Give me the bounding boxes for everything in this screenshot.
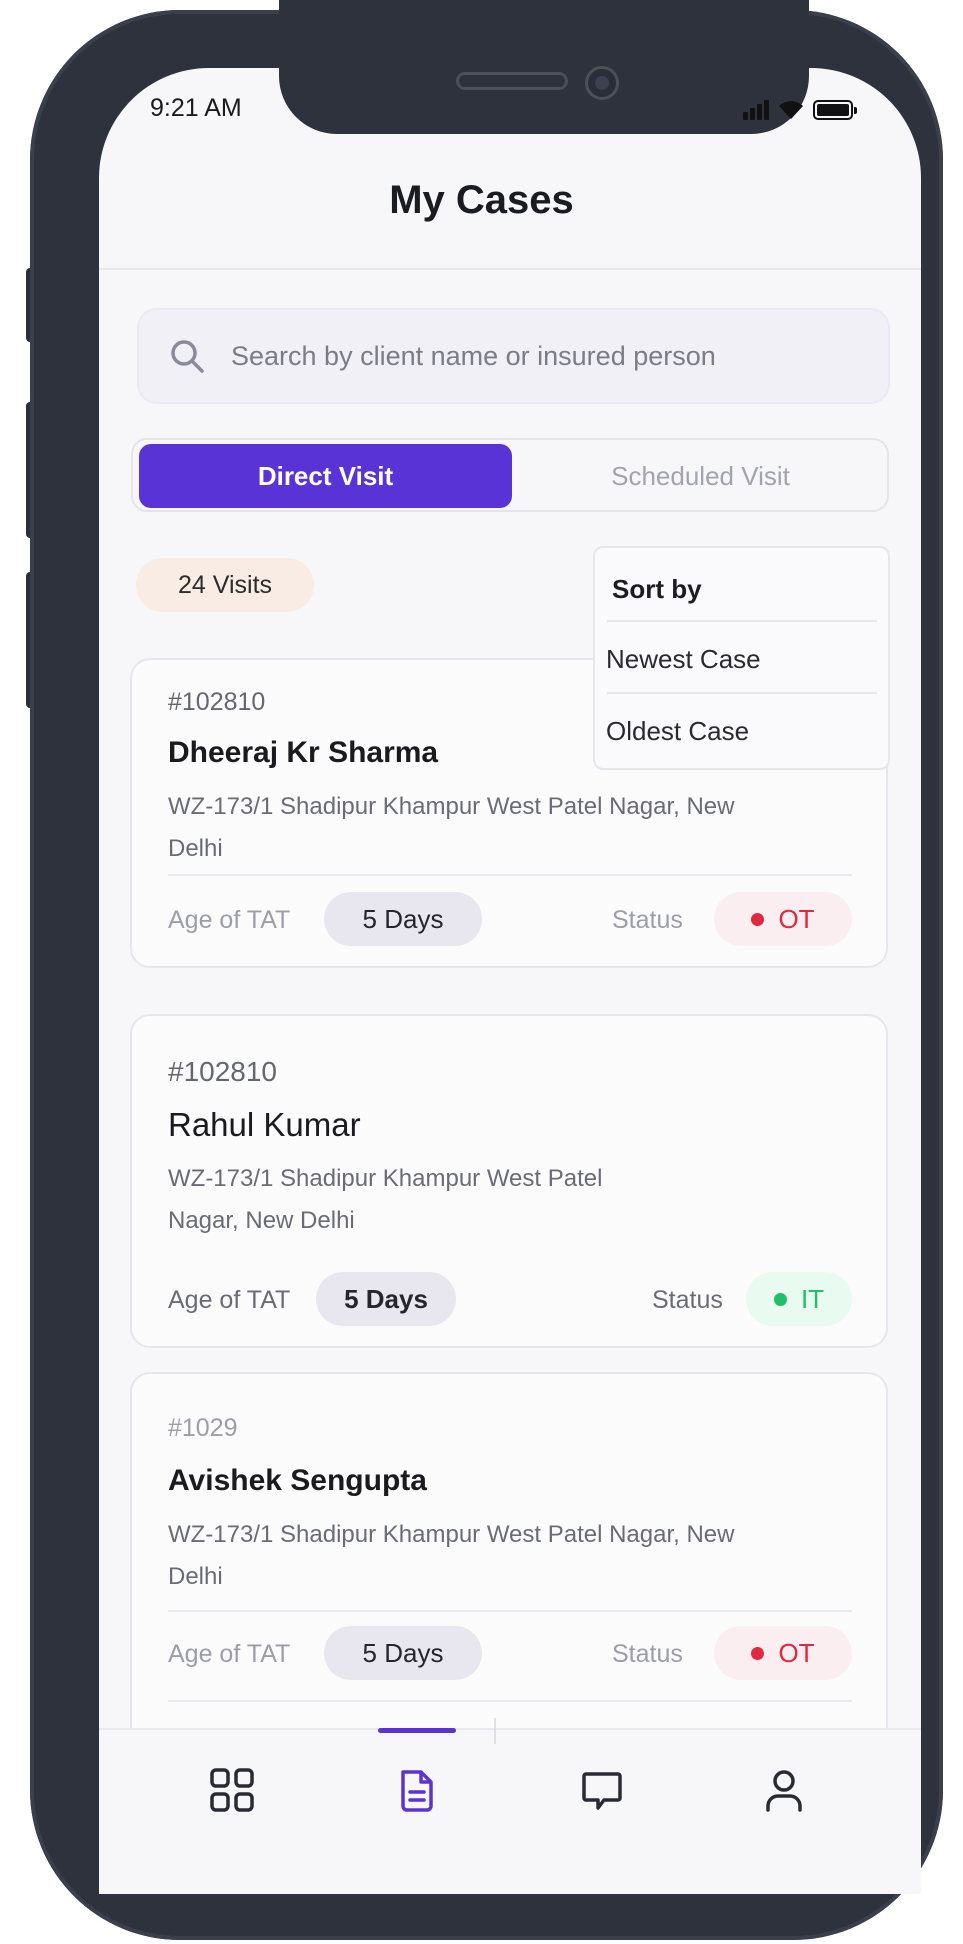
sort-divider xyxy=(607,620,877,622)
case-card[interactable]: #102810 Rahul Kumar WZ-173/1 Shadipur Kh… xyxy=(130,1014,888,1348)
dashboard-grid-icon[interactable] xyxy=(208,1766,256,1814)
status-label: Status xyxy=(612,1640,683,1668)
tat-value-pill: 5 Days xyxy=(324,892,482,946)
tat-label: Age of TAT xyxy=(168,1286,291,1314)
search-icon xyxy=(171,340,204,373)
active-tab-indicator xyxy=(378,1728,456,1733)
sort-dropdown: Sort by Newest Case Oldest Case xyxy=(593,546,890,770)
signal-icon xyxy=(743,100,769,120)
status-label: Status xyxy=(652,1286,723,1314)
chat-icon[interactable] xyxy=(578,1766,626,1814)
case-client-name: Dheeraj Kr Sharma xyxy=(168,736,439,769)
status-icons xyxy=(743,98,857,120)
status-dot xyxy=(751,1646,765,1660)
case-address: WZ-173/1 Shadipur Khampur West Patel Nag… xyxy=(168,1165,603,1234)
status-badge: IT xyxy=(746,1272,852,1326)
sort-divider xyxy=(607,692,877,694)
tab-direct-visit[interactable]: Direct Visit xyxy=(139,444,512,508)
status-time: 9:21 AM xyxy=(150,94,242,122)
notch xyxy=(279,0,809,134)
battery-icon xyxy=(813,100,857,120)
tat-label: Age of TAT xyxy=(168,906,291,934)
card-divider xyxy=(168,1610,852,1612)
status-dot xyxy=(773,1292,787,1306)
case-client-name: Rahul Kumar xyxy=(168,1106,361,1143)
card-divider xyxy=(168,1700,852,1702)
case-address: WZ-173/1 Shadipur Khampur West Patel Nag… xyxy=(168,1521,735,1590)
sort-option-oldest[interactable]: Oldest Case xyxy=(606,716,749,747)
case-client-name: Avishek Sengupta xyxy=(168,1464,427,1497)
tab-scheduled-visit[interactable]: Scheduled Visit xyxy=(518,444,883,508)
page-title: My Cases xyxy=(389,178,574,222)
tat-value-pill: 5 Days xyxy=(316,1272,456,1326)
card-divider xyxy=(168,874,852,876)
status-badge: OT xyxy=(714,892,852,946)
status-badge: OT xyxy=(714,1626,852,1680)
case-address: WZ-173/1 Shadipur Khampur West Patel Nag… xyxy=(168,793,735,862)
tat-value-pill: 5 Days xyxy=(324,1626,482,1680)
header-divider xyxy=(99,268,921,270)
visit-type-tabs: Direct Visit Scheduled Visit xyxy=(131,438,889,512)
wifi-icon xyxy=(779,101,803,119)
sort-option-newest[interactable]: Newest Case xyxy=(606,644,761,675)
search-bar[interactable] xyxy=(137,308,890,404)
profile-icon[interactable] xyxy=(760,1766,808,1814)
tab-separator xyxy=(494,1718,496,1744)
search-input[interactable] xyxy=(229,339,853,373)
tat-label: Age of TAT xyxy=(168,1640,291,1668)
status-dot xyxy=(751,912,765,926)
case-id: #102810 xyxy=(168,688,266,716)
sort-title: Sort by xyxy=(612,574,702,604)
case-id: #1029 xyxy=(168,1414,238,1442)
status-label: Status xyxy=(612,906,683,934)
document-icon[interactable] xyxy=(393,1766,441,1814)
visits-count-badge: 24 Visits xyxy=(136,558,314,612)
speaker-grille xyxy=(456,72,568,90)
front-camera xyxy=(585,66,619,100)
case-id: #102810 xyxy=(168,1056,278,1087)
